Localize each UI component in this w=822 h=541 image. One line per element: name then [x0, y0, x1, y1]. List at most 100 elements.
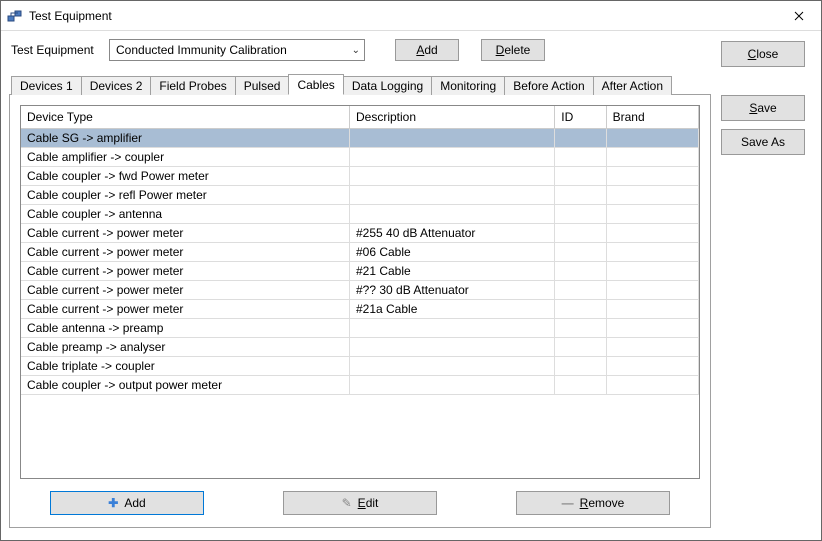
tab-monitoring[interactable]: Monitoring — [431, 76, 505, 95]
table-row[interactable]: Cable preamp -> analyser — [21, 338, 699, 357]
equipment-dropdown-value: Conducted Immunity Calibration — [116, 43, 352, 57]
table-row[interactable]: Cable current -> power meter#21 Cable — [21, 262, 699, 281]
table-row[interactable]: Cable coupler -> output power meter — [21, 376, 699, 395]
pencil-icon: ✎ — [342, 496, 352, 510]
cell-id — [555, 357, 606, 376]
save-as-label: Save As — [741, 135, 785, 149]
table-row[interactable]: Cable antenna -> preamp — [21, 319, 699, 338]
cell-device: Cable coupler -> refl Power meter — [21, 186, 349, 205]
left-panel: Test Equipment Conducted Immunity Calibr… — [9, 39, 711, 528]
tab-after-action[interactable]: After Action — [593, 76, 672, 95]
cell-id — [555, 167, 606, 186]
tab-field-probes[interactable]: Field Probes — [150, 76, 235, 95]
cell-brand — [606, 224, 698, 243]
column-header[interactable]: ID — [555, 106, 606, 129]
cell-desc — [349, 186, 554, 205]
cell-id — [555, 129, 606, 148]
cell-device: Cable triplate -> coupler — [21, 357, 349, 376]
cell-device: Cable coupler -> output power meter — [21, 376, 349, 395]
column-header[interactable]: Description — [349, 106, 554, 129]
cell-brand — [606, 376, 698, 395]
close-icon — [794, 11, 804, 21]
table-row[interactable]: Cable amplifier -> coupler — [21, 148, 699, 167]
cell-device: Cable current -> power meter — [21, 281, 349, 300]
table-row[interactable]: Cable SG -> amplifier — [21, 129, 699, 148]
save-button[interactable]: Save — [721, 95, 805, 121]
cell-brand — [606, 129, 698, 148]
tab-data-logging[interactable]: Data Logging — [343, 76, 432, 95]
tab-before-action[interactable]: Before Action — [504, 76, 593, 95]
cell-brand — [606, 148, 698, 167]
cell-device: Cable coupler -> antenna — [21, 205, 349, 224]
table-row[interactable]: Cable coupler -> antenna — [21, 205, 699, 224]
tab-devices-1[interactable]: Devices 1 — [11, 76, 82, 95]
delete-equipment-button[interactable]: Delete — [481, 39, 545, 61]
tab-pulsed[interactable]: Pulsed — [235, 76, 290, 95]
cell-id — [555, 376, 606, 395]
remove-row-label: Remove — [580, 496, 625, 510]
cell-brand — [606, 167, 698, 186]
window-close-button[interactable] — [777, 1, 821, 31]
cell-brand — [606, 338, 698, 357]
cell-desc: #06 Cable — [349, 243, 554, 262]
table-header-row: Device TypeDescriptionIDBrand — [21, 106, 699, 129]
add-row-button[interactable]: ✚ Add — [50, 491, 204, 515]
cell-brand — [606, 357, 698, 376]
cables-panel: Device TypeDescriptionIDBrand Cable SG -… — [9, 95, 711, 528]
add-row-label: Add — [124, 496, 145, 510]
cell-id — [555, 205, 606, 224]
cell-id — [555, 300, 606, 319]
cell-device: Cable current -> power meter — [21, 224, 349, 243]
cell-device: Cable antenna -> preamp — [21, 319, 349, 338]
cell-desc: #255 40 dB Attenuator — [349, 224, 554, 243]
table-row[interactable]: Cable coupler -> refl Power meter — [21, 186, 699, 205]
cell-desc: #21a Cable — [349, 300, 554, 319]
table-row[interactable]: Cable coupler -> fwd Power meter — [21, 167, 699, 186]
delete-equipment-label: Delete — [496, 43, 531, 57]
cell-id — [555, 281, 606, 300]
equipment-dropdown[interactable]: Conducted Immunity Calibration ⌄ — [109, 39, 365, 61]
cell-device: Cable current -> power meter — [21, 300, 349, 319]
table-row[interactable]: Cable current -> power meter#255 40 dB A… — [21, 224, 699, 243]
test-equipment-window: Test Equipment Test Equipment Conducted … — [0, 0, 822, 541]
titlebar: Test Equipment — [1, 1, 821, 31]
table-row[interactable]: Cable triplate -> coupler — [21, 357, 699, 376]
table-row[interactable]: Cable current -> power meter#21a Cable — [21, 300, 699, 319]
tabs: Devices 1Devices 2Field ProbesPulsedCabl… — [9, 73, 711, 95]
cell-id — [555, 224, 606, 243]
cell-brand — [606, 300, 698, 319]
cell-id — [555, 148, 606, 167]
cell-desc — [349, 357, 554, 376]
cell-desc — [349, 319, 554, 338]
close-button[interactable]: Close — [721, 41, 805, 67]
device-grid[interactable]: Device TypeDescriptionIDBrand Cable SG -… — [20, 105, 700, 479]
cell-desc: #?? 30 dB Attenuator — [349, 281, 554, 300]
save-as-button[interactable]: Save As — [721, 129, 805, 155]
chevron-down-icon: ⌄ — [352, 45, 360, 56]
cell-desc: #21 Cable — [349, 262, 554, 281]
column-header[interactable]: Device Type — [21, 106, 349, 129]
cell-desc — [349, 148, 554, 167]
cell-desc — [349, 129, 554, 148]
cell-id — [555, 186, 606, 205]
tab-cables[interactable]: Cables — [288, 74, 343, 95]
add-equipment-button[interactable]: Add — [395, 39, 459, 61]
edit-row-button[interactable]: ✎ Edit — [283, 491, 437, 515]
table-row[interactable]: Cable current -> power meter#?? 30 dB At… — [21, 281, 699, 300]
table-row[interactable]: Cable current -> power meter#06 Cable — [21, 243, 699, 262]
cell-desc — [349, 376, 554, 395]
body: Test Equipment Conducted Immunity Calibr… — [1, 31, 821, 540]
minus-icon: — — [562, 496, 574, 510]
tab-devices-2[interactable]: Devices 2 — [81, 76, 152, 95]
cell-device: Cable current -> power meter — [21, 243, 349, 262]
remove-row-button[interactable]: — Remove — [516, 491, 670, 515]
edit-row-label: Edit — [358, 496, 379, 510]
panel-button-row: ✚ Add ✎ Edit — Remove — [20, 491, 700, 515]
plus-icon: ✚ — [108, 496, 118, 510]
cell-device: Cable coupler -> fwd Power meter — [21, 167, 349, 186]
column-header[interactable]: Brand — [606, 106, 698, 129]
cell-desc — [349, 338, 554, 357]
add-equipment-label: Add — [416, 43, 437, 57]
window-title: Test Equipment — [29, 9, 777, 23]
cell-id — [555, 319, 606, 338]
